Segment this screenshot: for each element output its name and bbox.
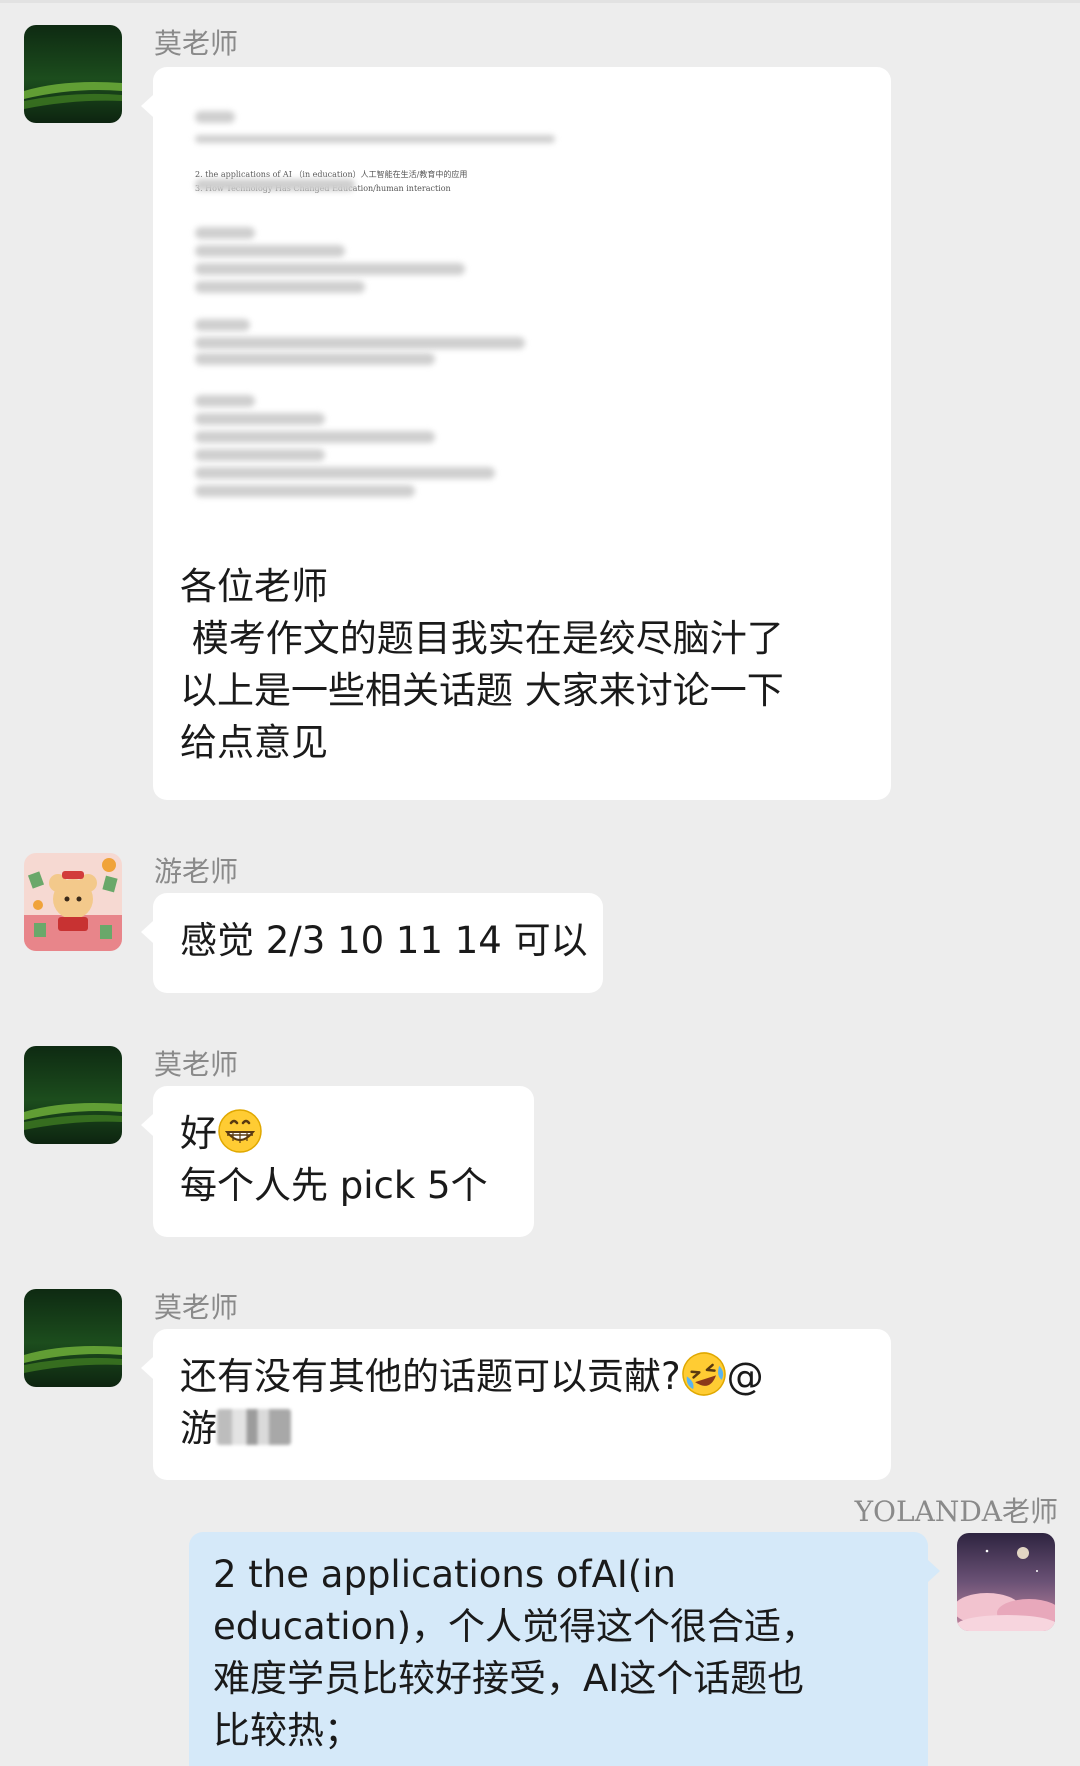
avatar-green-field-image bbox=[24, 1289, 122, 1387]
mention-symbol: @ bbox=[726, 1355, 764, 1398]
message-line: 2 the applications ofAI(in bbox=[213, 1553, 676, 1596]
message-line: 游 bbox=[180, 1403, 864, 1455]
message-line: 还有没有其他的话题可以贡献? @ bbox=[180, 1351, 864, 1403]
avatar-mo-teacher[interactable] bbox=[24, 1289, 122, 1387]
message-bubble-topic-list[interactable]: 2. the applications of AI （in education）… bbox=[141, 67, 891, 800]
top-divider bbox=[0, 0, 1080, 3]
avatar-yolanda-teacher[interactable] bbox=[957, 1533, 1055, 1631]
sender-name: 莫老师 bbox=[154, 27, 239, 60]
crying-laughing-emoji bbox=[681, 1351, 727, 1397]
sender-name: 莫老师 bbox=[154, 1291, 239, 1324]
mention-name: 游 bbox=[180, 1407, 217, 1450]
message-text: 好 bbox=[180, 1112, 217, 1155]
message-line: education)，个人觉得这个很合适， bbox=[213, 1605, 819, 1648]
message-text: 还有没有其他的话题可以贡献? bbox=[180, 1355, 681, 1398]
message-text: 各位老师 模考作文的题目我实在是绞尽脑汁了 以上是一些相关话题 大家来讨论一下 … bbox=[180, 561, 784, 769]
message-bubble-own-reply[interactable]: 2 the applications ofAI(in education)，个人… bbox=[189, 1532, 940, 1766]
message-line: 难度学员比较好接受，AI这个话题也 bbox=[213, 1657, 805, 1700]
message-bubble-pick-five[interactable]: 好 每个人先 pick 5个 bbox=[141, 1086, 534, 1237]
message-line: 每个人先 pick 5个 bbox=[180, 1164, 488, 1207]
avatar-green-field-image bbox=[24, 1046, 122, 1144]
message-line: 好 bbox=[180, 1108, 507, 1160]
avatar-mo-teacher[interactable] bbox=[24, 25, 122, 123]
message-bubble-reply[interactable]: 感觉 2/3 10 11 14 可以 bbox=[141, 893, 603, 993]
message-line: 各位老师 bbox=[180, 565, 328, 608]
pixelated-name-censor bbox=[217, 1409, 291, 1445]
avatar-cartoon-mouse-image bbox=[24, 853, 122, 951]
message-line: 比较热； bbox=[213, 1709, 361, 1752]
message-line: 以上是一些相关话题 大家来讨论一下 bbox=[180, 669, 784, 712]
sender-name: YOLANDA老师 bbox=[854, 1495, 1058, 1528]
chat-window: 莫老师 2. the applications of AI （in educat… bbox=[0, 0, 1080, 1766]
message-line: 感觉 2/3 10 11 14 可以 bbox=[180, 919, 588, 962]
message-line: 模考作文的题目我实在是绞尽脑汁了 bbox=[180, 617, 784, 660]
avatar-mo-teacher[interactable] bbox=[24, 1046, 122, 1144]
sender-name: 游老师 bbox=[154, 855, 239, 888]
avatar-you-teacher[interactable] bbox=[24, 853, 122, 951]
message-bubble-more-topics[interactable]: 还有没有其他的话题可以贡献? @ 游 bbox=[141, 1329, 891, 1480]
avatar-green-field-image bbox=[24, 25, 122, 123]
grinning-face-emoji bbox=[217, 1108, 263, 1154]
avatar-pink-clouds-image bbox=[957, 1533, 1055, 1631]
document-screenshot-blurred[interactable]: 2. the applications of AI （in education）… bbox=[183, 87, 743, 557]
message-line: 给点意见 bbox=[180, 721, 328, 764]
sender-name: 莫老师 bbox=[154, 1048, 239, 1081]
